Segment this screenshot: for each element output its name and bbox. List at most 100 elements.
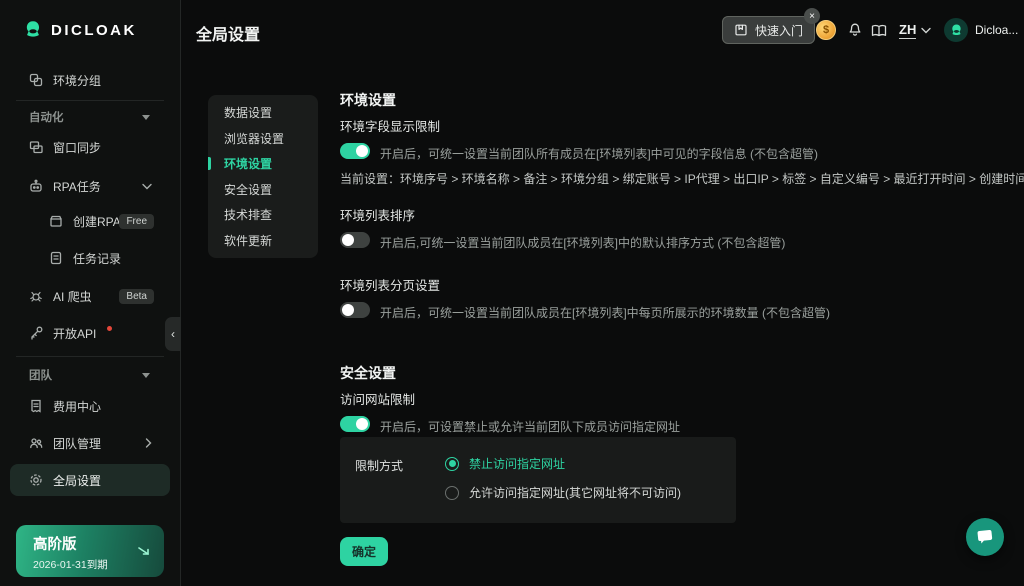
dicloak-mask-icon <box>22 19 44 41</box>
sidebar-item-create-rpa[interactable]: 创建RPA Free <box>0 207 180 235</box>
toggle-knob <box>342 304 354 316</box>
logo: DICLOAK <box>22 19 137 41</box>
language-selector[interactable]: ZH <box>899 22 932 39</box>
sidebar-item-env-groups[interactable]: 环境分组 <box>0 66 180 94</box>
coin-icon[interactable]: $ <box>816 20 836 40</box>
list-sort-label: 环境列表排序 <box>340 209 416 223</box>
sidebar: DICLOAK 环境分组 自动化 窗口同步 RPA任务 创建RPA Free 任… <box>0 0 181 586</box>
close-icon[interactable]: × <box>804 8 821 24</box>
chat-support-button[interactable] <box>966 518 1004 556</box>
quick-start-button[interactable]: 快速入门 × <box>722 8 821 44</box>
group-label: 团队 <box>29 370 52 382</box>
api-key-icon <box>31 326 43 340</box>
arrow-down-right-icon <box>137 544 151 562</box>
current-setting-text: 当前设置：环境序号 > 环境名称 > 备注 > 环境分组 > 绑定账号 > IP… <box>340 172 1024 186</box>
list-pagination-label: 环境列表分页设置 <box>340 279 441 293</box>
tab-environment-settings[interactable]: 环境设置 <box>208 151 318 177</box>
tab-tech-check[interactable]: 技术排查 <box>208 202 318 228</box>
radio-unchecked-icon[interactable] <box>445 485 459 500</box>
sidebar-item-label: 开放API <box>53 326 97 341</box>
sidebar-group-automation[interactable]: 自动化 <box>0 105 180 129</box>
guide-book-icon <box>735 24 747 36</box>
sidebar-item-open-api[interactable]: 开放API <box>0 319 180 347</box>
list-pagination-toggle[interactable] <box>340 302 370 318</box>
confirm-button[interactable]: 确定 <box>340 537 389 566</box>
team-icon <box>30 438 43 449</box>
radio-checked-icon[interactable] <box>445 456 459 471</box>
radio-option-block[interactable]: 禁止访问指定网址 <box>445 455 565 472</box>
sidebar-item-task-records[interactable]: 任务记录 <box>0 244 180 272</box>
bell-icon[interactable] <box>847 22 863 38</box>
plan-expiry: 2026-01-31到期 <box>33 559 108 571</box>
free-badge: Free <box>119 213 154 229</box>
gear-icon <box>30 474 42 486</box>
website-restriction-toggle[interactable] <box>340 416 370 432</box>
receipt-icon <box>31 399 41 413</box>
beta-badge: Beta <box>119 288 154 304</box>
sidebar-item-label: 团队管理 <box>53 436 102 451</box>
list-sort-toggle[interactable] <box>340 232 370 248</box>
quick-start-label: 快速入门 <box>755 23 804 38</box>
env-settings-title: 环境设置 <box>340 92 396 108</box>
user-menu[interactable]: Dicloa... <box>944 18 1018 42</box>
sidebar-item-global-settings[interactable]: 全局设置 <box>10 464 170 496</box>
radio-option-allow[interactable]: 允许访问指定网址(其它网址将不可访问) <box>445 484 681 501</box>
chevron-down-icon <box>142 183 152 190</box>
triangle-down-icon <box>142 114 150 120</box>
avatar <box>944 18 968 42</box>
current-setting-row: 当前设置：环境序号 > 环境名称 > 备注 > 环境分组 > 绑定账号 > IP… <box>340 170 1024 187</box>
sidebar-item-label: 任务记录 <box>73 251 122 266</box>
restriction-mode-label: 限制方式 <box>355 459 404 473</box>
plan-name: 高阶版 <box>33 537 77 553</box>
tab-software-update[interactable]: 软件更新 <box>208 228 318 254</box>
sidebar-item-rpa-tasks[interactable]: RPA任务 <box>0 172 180 200</box>
sidebar-item-label: 全局设置 <box>53 473 102 488</box>
notification-dot <box>107 325 113 331</box>
radio-option-label: 允许访问指定网址(其它网址将不可访问) <box>469 486 681 500</box>
create-rpa-icon <box>50 215 62 227</box>
triangle-down-icon <box>142 372 150 378</box>
window-sync-icon <box>29 141 43 154</box>
sidebar-item-ai-crawler[interactable]: AI 爬虫 Beta <box>0 282 180 310</box>
group-label: 自动化 <box>29 112 64 124</box>
sidebar-item-billing-center[interactable]: 费用中心 <box>0 392 180 420</box>
document-icon <box>50 251 62 265</box>
field-limit-toggle[interactable] <box>340 143 370 159</box>
chevron-down-icon <box>921 27 932 34</box>
divider <box>16 356 164 357</box>
radio-option-label: 禁止访问指定网址 <box>469 457 566 471</box>
sidebar-item-label: AI 爬虫 <box>53 289 92 304</box>
page-title: 全局设置 <box>196 27 261 44</box>
sidebar-item-label: 环境分组 <box>53 73 102 88</box>
sidebar-item-team-management[interactable]: 团队管理 <box>0 429 180 457</box>
robot-icon <box>30 179 42 192</box>
premium-plan-card[interactable]: 高阶版 2026-01-31到期 <box>16 525 164 577</box>
toggle-knob <box>356 418 368 430</box>
website-restriction-label: 访问网站限制 <box>340 393 416 407</box>
sidebar-item-window-sync[interactable]: 窗口同步 <box>0 133 180 161</box>
sidebar-item-label: 创建RPA <box>73 214 121 229</box>
sidebar-collapse-handle[interactable]: ‹ <box>165 317 181 351</box>
chevron-right-icon <box>145 438 152 448</box>
sidebar-item-label: 费用中心 <box>53 399 102 414</box>
spider-icon <box>30 291 42 302</box>
security-settings-title: 安全设置 <box>340 365 396 381</box>
field-limit-label: 环境字段显示限制 <box>340 120 441 134</box>
list-sort-description: 开启后,可统一设置当前团队成员在[环境列表]中的默认排序方式 (不包含超管) <box>380 236 786 250</box>
tab-browser-settings[interactable]: 浏览器设置 <box>208 126 318 152</box>
website-restriction-description: 开启后，可设置禁止或允许当前团队下成员访问指定网址 <box>380 420 681 434</box>
toggle-knob <box>342 234 354 246</box>
sidebar-item-label: 窗口同步 <box>53 140 102 155</box>
sidebar-group-team[interactable]: 团队 <box>0 363 180 387</box>
settings-menu: 数据设置 浏览器设置 环境设置 安全设置 技术排查 软件更新 <box>208 95 318 258</box>
brand-name: DICLOAK <box>51 21 137 39</box>
language-code: ZH <box>899 22 917 39</box>
list-pagination-description: 开启后，可统一设置当前团队成员在[环境列表]中每页所展示的环境数量 (不包含超管… <box>380 306 830 320</box>
tab-data-settings[interactable]: 数据设置 <box>208 100 318 126</box>
group-icon <box>29 73 43 87</box>
username: Dicloa... <box>975 23 1019 37</box>
docs-book-icon[interactable] <box>870 23 888 38</box>
restriction-mode-panel: 限制方式 禁止访问指定网址 允许访问指定网址(其它网址将不可访问) <box>340 437 736 523</box>
tab-security-settings[interactable]: 安全设置 <box>208 177 318 203</box>
chat-bubble-icon <box>977 530 993 544</box>
